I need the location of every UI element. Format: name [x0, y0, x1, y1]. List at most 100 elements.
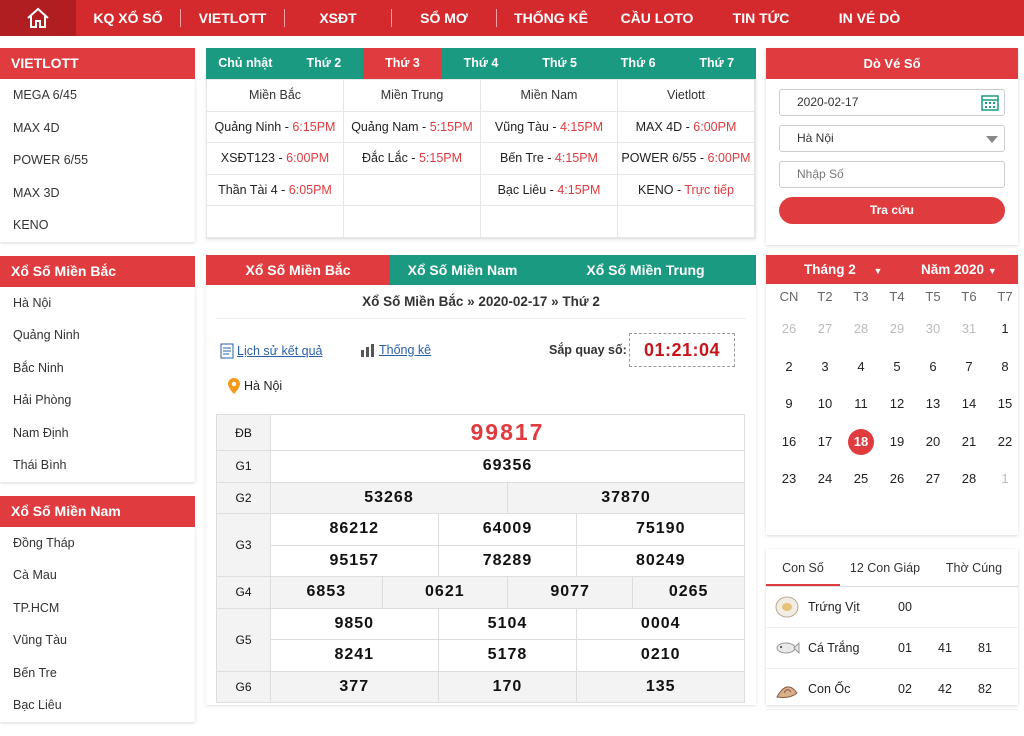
calendar-day[interactable]: 13 [915, 385, 951, 423]
calendar-day[interactable]: 25 [843, 460, 879, 498]
weekday-tab[interactable]: Thứ 4 [441, 48, 521, 79]
nav-item[interactable]: XSĐT [285, 0, 391, 36]
calendar-day[interactable]: 26 [771, 310, 807, 348]
date-field[interactable]: 2020-02-17 [779, 89, 1005, 116]
sidebar-link[interactable]: Bạc Liêu [0, 689, 195, 722]
sidebar-link[interactable]: MEGA 6/45 [0, 79, 195, 112]
schedule-cell[interactable]: Đắc Lắc - 5:15PM [344, 143, 481, 175]
nav-item[interactable]: IN VÉ DÒ [813, 0, 926, 36]
sidebar-link[interactable]: Bắc Ninh [0, 352, 195, 385]
calendar-day[interactable]: 28 [951, 460, 987, 498]
calendar-day[interactable]: 9 [771, 385, 807, 423]
calendar-day[interactable]: 4 [843, 348, 879, 386]
calendar-day[interactable]: 29 [879, 310, 915, 348]
sidebar-link[interactable]: Nam Định [0, 417, 195, 450]
chevron-down-icon [986, 136, 998, 143]
calendar-day[interactable]: 7 [951, 348, 987, 386]
calendar-day[interactable]: 6 [915, 348, 951, 386]
prize-number: 99817 [270, 414, 745, 451]
nav-item[interactable]: TIN TỨC [709, 0, 813, 36]
calendar-day[interactable]: 24 [807, 460, 843, 498]
dream-tab[interactable]: Con Số [766, 549, 840, 586]
dream-row[interactable]: Cá Trắng 01 41 81 [766, 628, 1018, 669]
nav-item[interactable]: THỐNG KÊ [497, 0, 605, 36]
schedule-cell[interactable]: POWER 6/55 - 6:00PM [618, 143, 755, 175]
sidebar-link[interactable]: TP.HCM [0, 592, 195, 625]
month-select[interactable]: Tháng 2 ▼ [804, 262, 882, 277]
history-link[interactable]: Lịch sử kết quả [220, 343, 323, 359]
nav-item[interactable]: CẦU LOTO [605, 0, 709, 36]
sidebar-link[interactable]: Vũng Tàu [0, 624, 195, 657]
weekday-tab[interactable]: Thứ 7 [677, 48, 757, 79]
sidebar-link[interactable]: Hà Nội [0, 287, 195, 320]
dream-row[interactable]: Con Ốc 02 42 82 [766, 669, 1018, 710]
region-tab[interactable]: Xổ Số Miền Bắc [206, 255, 390, 285]
schedule-cell[interactable]: MAX 4D - 6:00PM [618, 111, 755, 143]
calendar-day[interactable]: 21 [951, 423, 987, 461]
weekday-tab[interactable]: Thứ 6 [598, 48, 678, 79]
calendar-day[interactable]: 16 [771, 423, 807, 461]
sidebar-link[interactable]: Quảng Ninh [0, 319, 195, 352]
calendar-day[interactable]: 27 [807, 310, 843, 348]
schedule-cell[interactable]: Bạc Liêu - 4:15PM [481, 174, 618, 206]
sidebar-link[interactable]: Hải Phòng [0, 384, 195, 417]
calendar-day[interactable]: 10 [807, 385, 843, 423]
schedule-cell[interactable]: KENO - Trực tiếp [618, 174, 755, 206]
calendar-day[interactable]: 23 [771, 460, 807, 498]
weekday-tab[interactable]: Thứ 5 [520, 48, 599, 79]
lookup-button[interactable]: Tra cứu [779, 197, 1005, 224]
schedule-cell[interactable]: Quảng Ninh - 6:15PM [207, 111, 344, 143]
sidebar-link[interactable]: MAX 3D [0, 177, 195, 210]
calendar-day[interactable]: 12 [879, 385, 915, 423]
calendar-day[interactable]: 14 [951, 385, 987, 423]
weekday-tab[interactable]: Chủ nhật [206, 48, 285, 79]
calendar-day[interactable]: 26 [879, 460, 915, 498]
calendar-day[interactable]: 18 [843, 423, 879, 461]
nav-item[interactable]: SỔ MƠ [392, 0, 496, 36]
number-input[interactable]: Nhập Số [779, 161, 1005, 188]
year-select[interactable]: Năm 2020 ▼ [921, 262, 997, 277]
schedule-cell[interactable]: Quảng Nam - 5:15PM [344, 111, 481, 143]
province-select[interactable]: Hà Nội [779, 125, 1005, 152]
calendar-day[interactable]: 2 [771, 348, 807, 386]
calendar-day[interactable]: 15 [987, 385, 1023, 423]
calendar-day[interactable]: 22 [987, 423, 1023, 461]
nav-item[interactable]: KQ XỔ SỐ [76, 0, 180, 36]
nav-item[interactable]: VIETLOTT [181, 0, 284, 36]
sidebar-link[interactable]: Đồng Tháp [0, 527, 195, 560]
sidebar-link[interactable]: MAX 4D [0, 112, 195, 145]
calendar-icon[interactable] [981, 94, 999, 111]
calendar-day[interactable]: 31 [951, 310, 987, 348]
schedule-cell[interactable]: Bến Tre - 4:15PM [481, 143, 618, 175]
calendar-day[interactable]: 1 [987, 460, 1023, 498]
sidebar-link[interactable]: Cà Mau [0, 559, 195, 592]
schedule-cell[interactable]: Thần Tài 4 - 6:05PM [207, 174, 344, 206]
home-button[interactable] [0, 0, 76, 36]
calendar-day[interactable]: 3 [807, 348, 843, 386]
calendar-day[interactable]: 19 [879, 423, 915, 461]
dream-tab[interactable]: Thờ Cúng [930, 549, 1018, 586]
dream-tab[interactable]: 12 Con Giáp [840, 549, 930, 586]
calendar-day[interactable]: 17 [807, 423, 843, 461]
calendar-day[interactable]: 11 [843, 385, 879, 423]
calendar-day[interactable]: 8 [987, 348, 1023, 386]
schedule-cell[interactable]: XSĐT123 - 6:00PM [207, 143, 344, 175]
calendar-day[interactable]: 27 [915, 460, 951, 498]
calendar-day[interactable]: 28 [843, 310, 879, 348]
schedule-cell[interactable]: Vũng Tàu - 4:15PM [481, 111, 618, 143]
dream-row[interactable]: Trứng Vịt 00 [766, 587, 1018, 628]
calendar-day[interactable]: 5 [879, 348, 915, 386]
sidebar-link[interactable]: POWER 6/55 [0, 144, 195, 177]
calendar-day[interactable]: 20 [915, 423, 951, 461]
sidebar-link[interactable]: Bến Tre [0, 657, 195, 690]
sidebar-link[interactable]: KENO [0, 209, 195, 242]
sidebar-link[interactable]: Thái Bình [0, 449, 195, 482]
weekday-tab[interactable]: Thứ 3 [363, 48, 442, 79]
snail-icon [774, 677, 802, 701]
region-tab[interactable]: Xổ Số Miền Trung [535, 255, 756, 285]
weekday-tab[interactable]: Thứ 2 [284, 48, 364, 79]
stats-link[interactable]: Thống kê [360, 343, 431, 357]
calendar-day[interactable]: 30 [915, 310, 951, 348]
calendar-day[interactable]: 1 [987, 310, 1023, 348]
region-tab[interactable]: Xổ Số Miền Nam [390, 255, 535, 285]
